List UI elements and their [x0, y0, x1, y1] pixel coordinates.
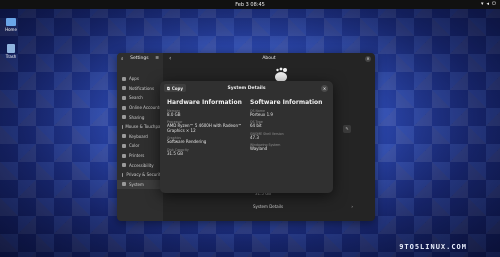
system-details-dialog: ⧉ Copy System Details × Hardware Informa… — [160, 81, 333, 193]
main-header: ‹ About × — [163, 53, 375, 64]
volume-icon[interactable]: ◂ — [487, 1, 490, 7]
sidebar-item-icon — [122, 172, 124, 177]
software-field: GNOME Shell Version 47.3 — [250, 132, 325, 141]
sidebar-item-icon — [122, 105, 126, 110]
sidebar-item-icon — [122, 76, 126, 81]
sidebar-item-label: Mouse & Touchpad — [125, 124, 163, 130]
home-folder-icon — [6, 18, 16, 26]
copy-button[interactable]: ⧉ Copy — [164, 84, 187, 92]
field-value: 31.5 GB — [167, 150, 184, 156]
menu-icon[interactable]: ≡ — [155, 56, 159, 61]
sidebar-item-label: Accessibility — [129, 162, 154, 168]
sidebar-item-icon — [122, 115, 126, 120]
software-section: Software Information OS Name Porteux 1.9 O… — [250, 99, 325, 154]
page-title: About — [262, 56, 276, 61]
software-field: OS Name Porteux 1.9 — [250, 109, 325, 118]
system-tray[interactable]: ▾ ◂ ⏻ — [481, 1, 496, 7]
sidebar-item-icon — [122, 163, 126, 168]
sidebar-item-accessibility[interactable]: Accessibility — [117, 160, 163, 170]
hardware-field: Disk Capacity 31.5 GB — [167, 148, 242, 157]
sidebar-item-label: Online Accounts — [129, 105, 162, 111]
field-value: 64 bit — [250, 123, 262, 129]
sidebar-item-icon — [122, 134, 126, 139]
sidebar-item-online-accounts[interactable]: Online Accounts — [117, 103, 163, 113]
sidebar-item-label: Sharing — [129, 114, 145, 120]
field-value: Software Rendering — [167, 139, 207, 145]
sidebar-item-label: Search — [129, 95, 143, 101]
hardware-section: Hardware Information Memory 8.0 GB Process… — [167, 99, 242, 159]
sidebar-item-label: Notifications — [129, 85, 155, 91]
dialog-close-icon[interactable]: × — [321, 85, 328, 92]
chevron-right-icon: › — [351, 204, 353, 209]
dialog-header: ⧉ Copy System Details × — [160, 81, 333, 96]
field-value: 8.0 GB — [167, 112, 181, 117]
field-value: 47.3 — [250, 134, 259, 140]
trash-icon — [7, 44, 15, 53]
sidebar-item-icon — [122, 143, 126, 148]
hardware-field: Graphics Software Rendering — [167, 136, 242, 145]
network-icon[interactable]: ▾ — [481, 1, 484, 7]
desktop-icon-trash[interactable]: Trash — [3, 44, 19, 59]
sidebar-item-mouse-touchpad[interactable]: Mouse & Touchpad — [117, 122, 163, 132]
search-icon[interactable]: ⌕ — [121, 56, 124, 62]
edit-device-name-button[interactable]: ✎ — [343, 125, 351, 133]
top-bar: Feb 3 08:45 ▾ ◂ ⏻ — [0, 0, 500, 9]
field-value: Porteux 1.9 — [250, 112, 273, 117]
system-details-label: System Details — [253, 204, 284, 209]
sidebar-item-notifications[interactable]: Notifications — [117, 84, 163, 94]
sidebar-item-printers[interactable]: Printers — [117, 151, 163, 161]
sidebar-item-label: Apps — [129, 76, 139, 82]
system-details-row[interactable]: System Details › — [249, 201, 357, 212]
clock[interactable]: Feb 3 08:45 — [235, 2, 265, 8]
sidebar-item-label: Printers — [129, 153, 145, 159]
watermark: 9TO5LINUX.COM — [399, 243, 467, 251]
field-value: Wayland — [250, 145, 268, 151]
dialog-title: System Details — [227, 86, 266, 91]
sidebar-item-system[interactable]: System — [117, 179, 163, 190]
settings-sidebar: ⌕ Settings ≡ Apps Notifications Search Onli… — [117, 53, 163, 221]
sidebar-item-label: Keyboard — [129, 133, 148, 139]
sidebar-item-sharing[interactable]: Sharing — [117, 112, 163, 122]
sidebar-item-icon — [122, 95, 126, 100]
hardware-heading: Hardware Information — [167, 99, 242, 106]
sidebar-item-search[interactable]: Search — [117, 93, 163, 103]
sidebar-item-apps[interactable]: Apps — [117, 74, 163, 84]
desktop-icon-home[interactable]: Home — [3, 18, 19, 32]
sidebar-header: ⌕ Settings ≡ — [117, 53, 163, 64]
sidebar-item-icon — [122, 153, 126, 158]
sidebar-item-icon — [122, 182, 126, 187]
software-field: OS Type 64 bit — [250, 120, 325, 129]
back-icon[interactable]: ‹ — [169, 55, 171, 62]
sidebar-item-label: Privacy & Security — [126, 172, 163, 178]
software-field: Windowing System Wayland — [250, 143, 325, 152]
close-icon[interactable]: × — [365, 55, 371, 62]
sidebar-item-icon — [122, 86, 126, 91]
copy-icon: ⧉ — [167, 85, 170, 91]
software-heading: Software Information — [250, 99, 323, 106]
sidebar-item-label: System — [129, 181, 144, 187]
sidebar-item-keyboard[interactable]: Keyboard — [117, 132, 163, 142]
hardware-field: Processor AMD Ryzen™ 5 4600H with Radeon™… — [167, 120, 242, 134]
copy-button-label: Copy — [171, 85, 184, 91]
field-value: AMD Ryzen™ 5 4600H with Radeon™ Graphics… — [167, 123, 242, 134]
settings-title: Settings — [130, 56, 149, 61]
power-icon[interactable]: ⏻ — [492, 1, 496, 7]
sidebar-item-label: Color — [129, 143, 140, 149]
sidebar-item-privacy-security[interactable]: Privacy & Security — [117, 170, 163, 180]
hardware-field: Memory 8.0 GB — [167, 109, 242, 118]
sidebar-item-color[interactable]: Color — [117, 141, 163, 151]
